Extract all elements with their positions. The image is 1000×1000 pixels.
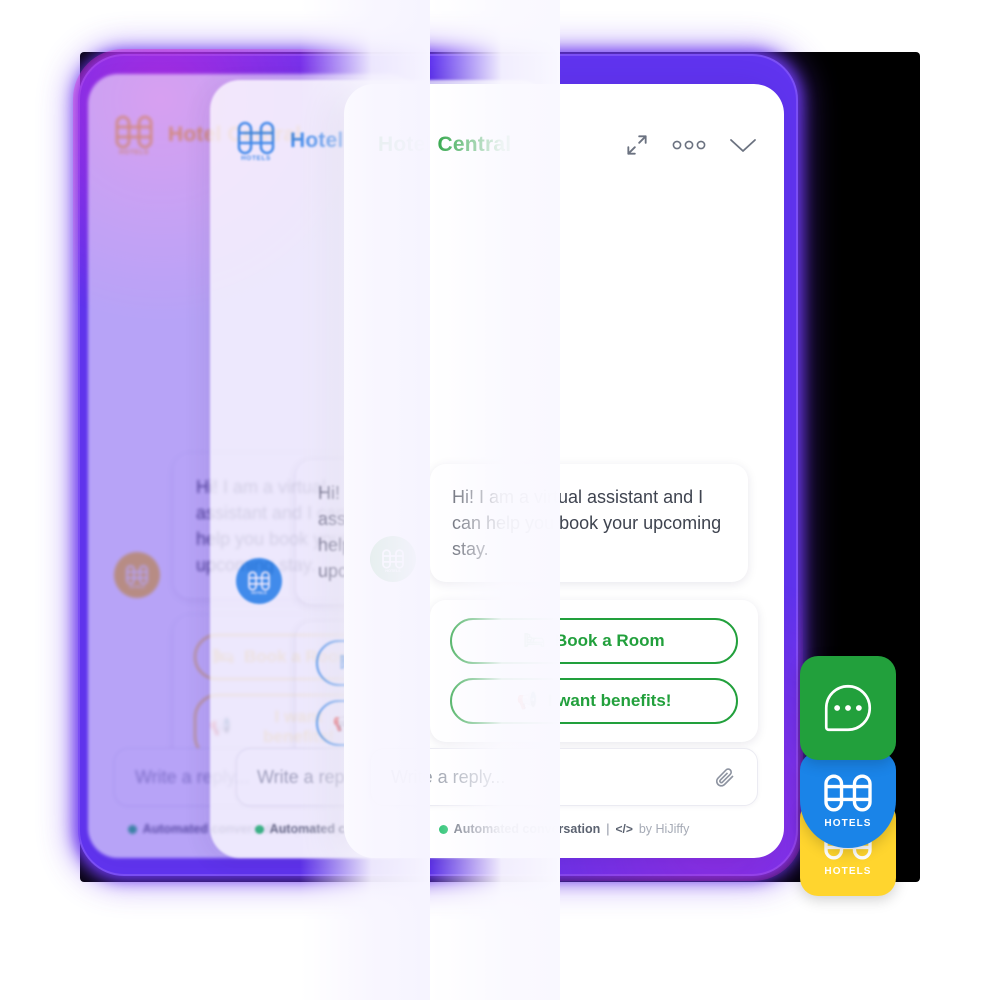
code-icon: </> [615,822,633,836]
quick-reply-label: I want benefits! [547,691,672,711]
reply-input[interactable]: Write a reply... [370,748,758,806]
avatar: HOTELS [370,536,416,583]
hotels-logo-icon [824,774,872,812]
quick-reply-book-a-room[interactable]: 🛏 Book a Room [450,618,738,665]
svg-text:HOTELS: HOTELS [241,155,271,162]
message-area: HOTELS Hi! I am a virtual assistant and … [344,464,784,743]
svg-text:HOTELS: HOTELS [251,591,267,595]
launcher-label: HOTELS [824,866,872,877]
card-header: Hotel Central [344,84,784,176]
footer-separator: | [606,822,610,836]
reply-placeholder: Write a reply... [391,766,506,787]
quick-reply-i-want-benefits[interactable]: 📢 I want benefits! [450,678,738,725]
status-badge: Automated conversation [453,822,601,836]
bot-message-bubble: Hi! I am a virtual assistant and I can h… [430,464,748,583]
launcher-tile-blue[interactable]: HOTELS [800,752,896,848]
quick-reply-label: Book a Room [555,631,665,651]
chat-bubble-icon [824,684,872,732]
svg-text:HOTELS: HOTELS [129,585,145,589]
status-dot-icon [438,824,448,834]
avatar: HOTELS [114,552,160,599]
attachment-icon[interactable] [713,765,737,789]
avatar: HOTELS [236,558,282,605]
expand-icon[interactable] [624,132,650,158]
launcher-tile-chat[interactable] [800,656,896,760]
card-footer: Write a reply... Automated conversation … [344,748,784,836]
more-options-icon[interactable] [672,139,706,151]
hotels-logo-icon: HOTELS [236,116,276,167]
svg-text:HOTELS: HOTELS [385,569,401,573]
status-dot-icon [127,824,137,834]
megaphone-icon: 📢 [516,691,538,711]
quick-reply-group: 🛏 Book a Room 📢 I want benefits! [430,600,758,743]
status-dot-icon [254,824,264,834]
attribution-label: by HiJiffy [638,822,690,836]
footer-note: Automated conversation | </> by HiJiffy [370,822,758,836]
bed-icon: 🛏 [523,631,546,651]
launcher-tile-stack: HOTELS HOTELS [800,656,896,896]
launcher-label: HOTELS [824,818,872,829]
chat-card-green[interactable]: Hotel Central HOTELS Hi! I am a virtual … [344,84,784,858]
collapse-chevron-icon[interactable] [728,136,758,154]
header-actions [624,132,758,158]
svg-text:HOTELS: HOTELS [119,149,149,156]
bot-message-row: HOTELS Hi! I am a virtual assistant and … [370,464,758,583]
hotels-logo-icon: HOTELS [114,110,154,161]
page-title: Hotel Central [378,133,512,156]
